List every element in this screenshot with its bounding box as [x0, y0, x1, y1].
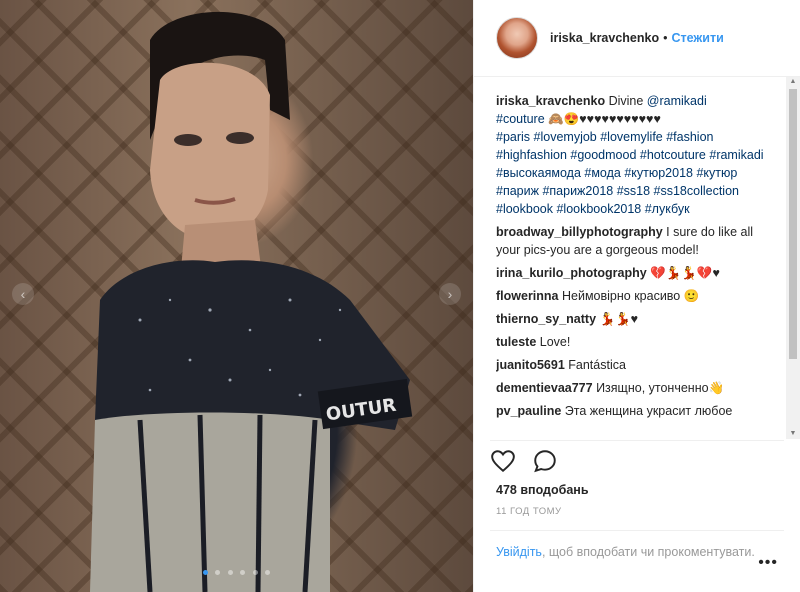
- comment-text: 💃💃♥: [596, 312, 639, 326]
- post-photo[interactable]: OUTUR ‹ ›: [0, 0, 473, 592]
- comment-item: flowerinna Неймовірно красиво 🙂: [496, 287, 778, 305]
- comment-text: Love!: [536, 335, 571, 349]
- carousel-dot: [265, 570, 271, 575]
- caption: iriska_kravchenko Divine @ramikadi #cout…: [496, 92, 778, 218]
- chevron-right-icon[interactable]: ›: [439, 283, 461, 305]
- comment-username[interactable]: dementievaa777: [496, 381, 593, 395]
- comment-icon[interactable]: [532, 448, 558, 474]
- comment-username[interactable]: juanito5691: [496, 358, 565, 372]
- comment-username[interactable]: flowerinna: [496, 289, 559, 303]
- comment-item: dementievaa777 Изящно, утонченно👋: [496, 379, 778, 397]
- comments-scrollbar[interactable]: ▲ ▼: [786, 77, 800, 439]
- caption-username[interactable]: iriska_kravchenko: [496, 94, 605, 108]
- comment-item: irina_kurilo_photography 💔💃💃💔♥: [496, 264, 778, 282]
- post-header: iriska_kravchenko • Стежити: [474, 0, 800, 77]
- chevron-left-icon[interactable]: ‹: [12, 283, 34, 305]
- scroll-up-arrow[interactable]: ▲: [786, 77, 800, 87]
- likes-count[interactable]: 478 вподобань: [496, 483, 589, 497]
- heart-icon[interactable]: [490, 448, 516, 474]
- comment-text: Неймовірно красиво 🙂: [558, 289, 700, 303]
- caption-emoji: 🙈😍♥♥♥♥♥♥♥♥♥♥♥: [544, 112, 661, 126]
- post-sidebar: iriska_kravchenko • Стежити iriska_kravc…: [473, 0, 800, 592]
- carousel-indicator: [0, 564, 473, 578]
- comment-text: Fantástica: [564, 358, 626, 372]
- model-figure: OUTUR: [90, 11, 413, 592]
- carousel-dot: [240, 570, 246, 575]
- carousel-dot: [202, 570, 208, 575]
- scroll-down-arrow[interactable]: ▼: [786, 429, 800, 439]
- comment-username[interactable]: tuleste: [496, 335, 536, 349]
- carousel-dot: [215, 570, 221, 575]
- hashtags-list[interactable]: #paris #lovemyjob #lovemylife #fashion #…: [496, 130, 764, 216]
- comment-text: 💔💃💃💔♥: [646, 266, 720, 280]
- hashtag-link[interactable]: #couture: [496, 112, 545, 126]
- carousel-dot: [252, 570, 258, 575]
- comment-item: pv_pauline Эта женщина украсит любое: [496, 402, 778, 420]
- caption-text: Divine: [605, 94, 647, 108]
- mention-link[interactable]: @ramikadi: [647, 94, 707, 108]
- avatar[interactable]: [496, 17, 538, 59]
- login-link[interactable]: Увійдіть: [496, 545, 542, 559]
- comment-username[interactable]: broadway_billyphotography: [496, 225, 663, 239]
- comment-item: juanito5691 Fantástica: [496, 356, 778, 374]
- comment-username[interactable]: irina_kurilo_photography: [496, 266, 647, 280]
- action-bar: [490, 440, 784, 481]
- comment-text: Изящно, утонченно👋: [592, 381, 725, 395]
- comment-item: tuleste Love!: [496, 333, 778, 351]
- comments-list[interactable]: iriska_kravchenko Divine @ramikadi #cout…: [496, 92, 778, 434]
- comment-item: thierno_sy_natty 💃💃♥: [496, 310, 778, 328]
- login-prompt: Увійдіть, щоб вподобати чи прокоментуват…: [490, 530, 784, 562]
- instagram-post: OUTUR ‹ › iriska_kravchenko • Стежити ir…: [0, 0, 800, 592]
- comment-username[interactable]: thierno_sy_natty: [496, 312, 596, 326]
- login-text: , щоб вподобати чи прокоментувати.: [541, 545, 755, 559]
- follow-button[interactable]: Стежити: [672, 31, 724, 45]
- comment-username[interactable]: pv_pauline: [496, 404, 561, 418]
- comment-text: Эта женщина украсит любое: [561, 404, 733, 418]
- comment-item: broadway_billyphotography I sure do like…: [496, 223, 778, 259]
- post-timestamp[interactable]: 11 ГОД ТОМУ: [496, 506, 562, 517]
- carousel-dot: [227, 570, 233, 575]
- more-options-icon[interactable]: •••: [758, 554, 778, 572]
- scrollbar-thumb[interactable]: [789, 89, 797, 359]
- author-username[interactable]: iriska_kravchenko: [550, 31, 659, 45]
- header-separator: •: [663, 31, 668, 45]
